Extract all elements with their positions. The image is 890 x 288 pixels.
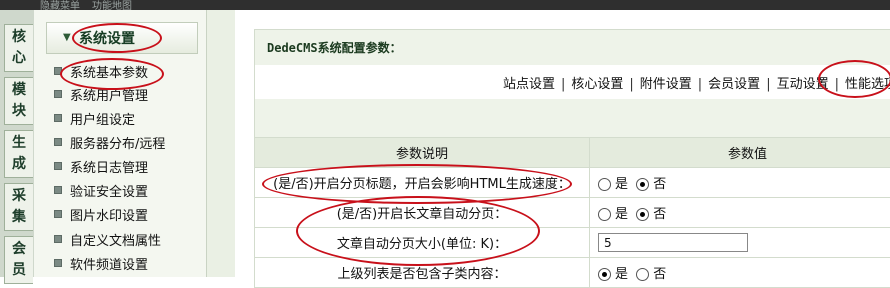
menu-item-servers[interactable]: 服务器分布/远程 [54, 131, 165, 153]
radio-yes[interactable] [598, 208, 611, 221]
tab-members-char: 员 [12, 260, 26, 281]
menu-item-security[interactable]: 验证安全设置 [54, 179, 148, 201]
param-label: 上级列表是否包含子类内容： [255, 258, 590, 288]
square-bullet-icon [54, 235, 62, 243]
tab-separator: | [766, 77, 770, 92]
square-bullet-icon [54, 90, 62, 98]
radio-no-label: 否 [653, 177, 666, 192]
menu-item-label: 验证安全设置 [70, 181, 148, 200]
tab-interaction-settings[interactable]: 互动设置 [777, 77, 829, 92]
params-table: 参数说明 参数值 (是/否)开启分页标题，开启会影响HTML生成速度： 是 否 … [254, 137, 890, 288]
column-header-param: 参数说明 [255, 138, 590, 168]
menu-item-software-channel[interactable]: 软件频道设置 [54, 252, 148, 274]
spacer-row [254, 99, 890, 138]
square-bullet-icon [54, 186, 62, 194]
menu-item-label: 系统日志管理 [70, 157, 148, 176]
menu-section-header[interactable]: ▼ 系统设置 [46, 22, 198, 54]
tab-modules-char: 模 [12, 80, 26, 101]
menu-item-label: 图片水印设置 [70, 205, 148, 224]
radio-yes-label: 是 [615, 207, 628, 222]
param-label: 文章自动分页大小(单位: K)： [255, 228, 590, 258]
menu-item-basic-params[interactable]: 系统基本参数 [54, 60, 148, 82]
menu-item-logs[interactable]: 系统日志管理 [54, 155, 148, 177]
radio-no[interactable] [636, 178, 649, 191]
menu-item-label: 服务器分布/远程 [70, 133, 165, 152]
menu-splitter[interactable] [207, 10, 235, 277]
page-size-input[interactable]: 5 [598, 233, 748, 252]
menu-item-label: 自定义文档属性 [70, 230, 161, 249]
tab-separator: | [698, 77, 702, 92]
table-row: 上级列表是否包含子类内容： 是 否 [255, 258, 890, 288]
square-bullet-icon [54, 162, 62, 170]
tab-attachment-settings[interactable]: 附件设置 [640, 77, 692, 92]
menu-item-label: 用户组设定 [70, 109, 135, 128]
tab-modules-char: 块 [12, 101, 26, 122]
param-value: 是 否 [590, 168, 890, 198]
tab-core[interactable]: 核 心 [4, 24, 33, 72]
radio-no-label: 否 [653, 267, 666, 282]
table-row: (是/否)开启分页标题，开启会影响HTML生成速度： 是 否 [255, 168, 890, 198]
page-title: DedeCMS系统配置参数： [267, 39, 402, 56]
menu-item-user-groups[interactable]: 用户组设定 [54, 107, 135, 129]
tab-core-char: 核 [12, 27, 26, 48]
tab-member-settings[interactable]: 会员设置 [708, 77, 760, 92]
settings-tab-bar: 站点设置 | 核心设置 | 附件设置 | 会员设置 | 互动设置 | 性能选项 [254, 65, 890, 100]
config-title-bar: DedeCMS系统配置参数： [254, 29, 890, 67]
tab-generate[interactable]: 生 成 [4, 130, 33, 178]
menu-item-label: 系统基本参数 [70, 62, 148, 81]
square-bullet-icon [54, 114, 62, 122]
square-bullet-icon [54, 67, 62, 75]
param-label: (是/否)开启长文章自动分页： [255, 198, 590, 228]
tab-modules[interactable]: 模 块 [4, 77, 33, 125]
column-header-value: 参数值 [590, 138, 890, 168]
tab-core-char: 心 [12, 48, 26, 69]
top-bar: 隐藏菜单 功能地图 [0, 0, 890, 10]
side-menu: ▼ 系统设置 系统基本参数 系统用户管理 用户组设定 服务器分布/远程 系统日志… [34, 10, 207, 277]
param-value: 5 [590, 228, 890, 258]
tab-separator: | [835, 77, 839, 92]
vertical-tab-bar: 核 心 模 块 生 成 采 集 会 员 [0, 10, 35, 277]
chevron-down-icon: ▼ [63, 32, 71, 43]
radio-yes-label: 是 [615, 267, 628, 282]
menu-item-label: 系统用户管理 [70, 85, 148, 104]
tab-core-settings[interactable]: 核心设置 [571, 77, 623, 92]
tab-separator: | [629, 77, 633, 92]
tab-collect[interactable]: 采 集 [4, 183, 33, 231]
menu-item-label: 软件频道设置 [70, 254, 148, 273]
radio-no-label: 否 [653, 207, 666, 222]
square-bullet-icon [54, 259, 62, 267]
main-content: DedeCMS系统配置参数： 站点设置 | 核心设置 | 附件设置 | 会员设置 | 互动设置 |… [235, 10, 890, 277]
tab-generate-char: 成 [12, 154, 26, 175]
radio-no[interactable] [636, 208, 649, 221]
menu-item-watermark[interactable]: 图片水印设置 [54, 203, 148, 225]
tab-collect-char: 集 [12, 207, 26, 228]
tab-performance-options[interactable]: 性能选项 [845, 77, 890, 92]
menu-item-doc-attributes[interactable]: 自定义文档属性 [54, 228, 161, 250]
menu-item-user-mgmt[interactable]: 系统用户管理 [54, 83, 148, 105]
tab-site-settings[interactable]: 站点设置 [503, 77, 555, 92]
radio-yes-label: 是 [615, 177, 628, 192]
table-row: (是/否)开启长文章自动分页： 是 否 [255, 198, 890, 228]
param-value: 是 否 [590, 198, 890, 228]
tab-generate-char: 生 [12, 133, 26, 154]
radio-yes[interactable] [598, 178, 611, 191]
tab-members-char: 会 [12, 239, 26, 260]
menu-section-title: 系统设置 [79, 28, 135, 48]
param-value: 是 否 [590, 258, 890, 288]
radio-yes[interactable] [598, 268, 611, 281]
square-bullet-icon [54, 138, 62, 146]
param-label: (是/否)开启分页标题，开启会影响HTML生成速度： [255, 168, 590, 198]
table-header-row: 参数说明 参数值 [255, 138, 890, 168]
radio-no[interactable] [636, 268, 649, 281]
tab-collect-char: 采 [12, 186, 26, 207]
square-bullet-icon [54, 210, 62, 218]
tab-separator: | [561, 77, 565, 92]
table-row: 文章自动分页大小(单位: K)： 5 [255, 228, 890, 258]
